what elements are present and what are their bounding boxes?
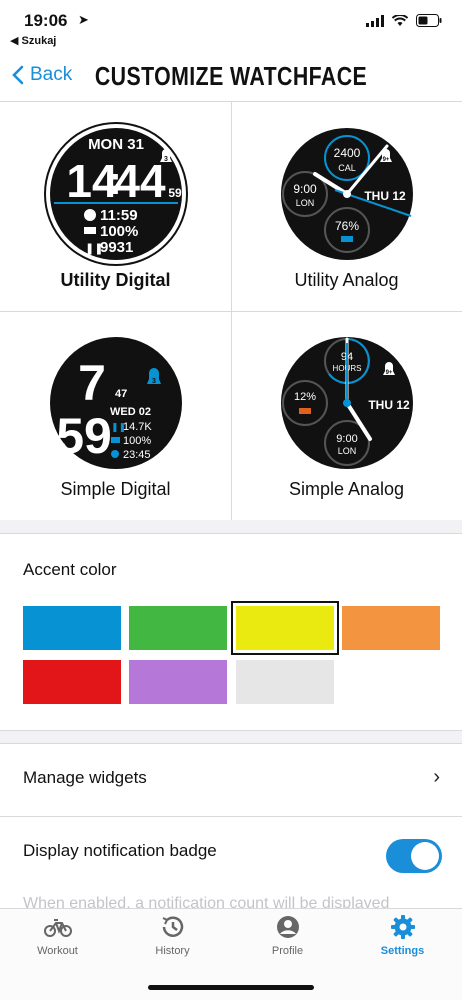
wf-date: THU 12 — [368, 398, 410, 412]
navigation-bar: Back CUSTOMIZE WATCHFACE — [0, 50, 462, 102]
wf-world-time: 9:00 — [293, 182, 317, 196]
wf-time-hours: 7 — [78, 355, 106, 411]
watchface-simple-analog[interactable]: 94 HOURS 12% 9:00 LON 9+ THU 12 Simple A… — [231, 311, 462, 520]
location-arrow-icon: ➤ — [78, 12, 89, 27]
accent-swatch-green[interactable] — [129, 606, 227, 650]
notification-badge-row: Display notification badge — [0, 817, 462, 889]
tab-profile[interactable]: Profile — [230, 915, 345, 957]
home-indicator[interactable] — [148, 985, 314, 990]
watchface-utility-analog[interactable]: 2400 CAL 9:00 LON 76% 9+ THU 12 Utility … — [231, 102, 462, 311]
watchface-preview: 94 HOURS 12% 9:00 LON 9+ THU 12 — [281, 337, 413, 469]
manage-widgets-label: Manage widgets — [23, 768, 147, 787]
wf-date: WED 02 — [110, 406, 151, 418]
accent-color-title: Accent color — [23, 560, 117, 579]
status-time: 19:06 — [24, 11, 68, 30]
accent-swatch-blue[interactable] — [23, 606, 121, 650]
wf-world-time: 11:59 — [100, 207, 138, 224]
wf-badge: 9+ — [386, 370, 393, 376]
watchface-utility-digital[interactable]: MON 31 14 : 44 59 3 11:59 100% ❚❚ 9931 U… — [0, 102, 231, 311]
tab-label: Profile — [271, 945, 304, 957]
watchface-preview: 2400 CAL 9:00 LON 76% 9+ THU 12 — [281, 128, 413, 260]
tab-label: Settings — [380, 945, 425, 957]
notification-badge-toggle[interactable] — [386, 839, 442, 873]
grid-divider-horizontal — [0, 311, 462, 312]
back-to-app-link[interactable]: ◀ Szukaj — [10, 34, 56, 47]
wf-world-time: 23:45 — [123, 449, 151, 461]
status-icons — [366, 14, 442, 27]
wf-battery: 76% — [335, 219, 359, 233]
tab-label: Workout — [37, 945, 78, 957]
tab-history[interactable]: History — [115, 915, 230, 957]
watchface-label: Utility Digital — [60, 270, 171, 290]
wf-time-minutes: 59 — [56, 408, 112, 464]
battery-icon — [111, 437, 120, 443]
tab-settings[interactable]: Settings — [345, 915, 460, 957]
page-title: CUSTOMIZE WATCHFACE — [94, 61, 368, 91]
notification-badge-label: Display notification badge — [23, 841, 217, 860]
accent-swatch-purple[interactable] — [129, 660, 227, 704]
tab-label: History — [155, 945, 190, 957]
wf-steps: 9931 — [100, 239, 133, 256]
toggle-knob — [411, 842, 439, 870]
wf-world-city: LON — [296, 198, 315, 208]
wf-world-city: LON — [338, 446, 357, 456]
wf-battery: 100% — [123, 435, 151, 447]
wf-date: MON 31 — [88, 136, 144, 153]
battery-icon — [416, 14, 442, 27]
manage-widgets-row[interactable]: Manage widgets › — [0, 744, 462, 817]
globe-icon — [111, 450, 119, 458]
status-bar: 19:06 ➤ ◀ Szukaj — [0, 0, 462, 50]
watchface-label: Utility Analog — [294, 270, 399, 290]
accent-swatch-red[interactable] — [23, 660, 121, 704]
history-icon — [162, 916, 183, 937]
wf-seconds: 47 — [115, 388, 127, 400]
wf-steps: 14.7K — [123, 421, 152, 433]
accent-swatch-yellow[interactable] — [231, 601, 339, 655]
watchface-label: Simple Digital — [60, 479, 171, 499]
wf-battery: 100% — [100, 223, 138, 240]
chevron-left-icon — [12, 65, 24, 85]
battery-icon — [341, 236, 353, 242]
watchface-label: Simple Analog — [288, 479, 405, 499]
watchface-preview: MON 31 14 : 44 59 3 11:59 100% ❚❚ 9931 — [44, 122, 188, 266]
wf-battery: 12% — [294, 391, 316, 403]
wf-seconds: 59 — [168, 186, 182, 200]
wf-world-time: 9:00 — [336, 433, 357, 445]
settings-rows: Manage widgets › Display notification ba… — [0, 743, 462, 913]
battery-icon — [84, 227, 96, 234]
cellular-signal-icon — [366, 14, 384, 27]
accent-color-section: Accent color — [0, 533, 462, 731]
profile-icon — [276, 916, 299, 938]
wf-badge: 3 — [152, 378, 156, 385]
battery-icon — [299, 408, 311, 414]
wf-time-minutes: 44 — [114, 155, 166, 207]
watchface-simple-digital[interactable]: 7 47 59 WED 02 ❚❚ 14.7K 100% 23:45 3 Sim… — [0, 311, 231, 520]
wf-badge: 9+ — [383, 157, 390, 163]
wf-date: THU 12 — [364, 189, 406, 203]
globe-icon — [84, 209, 96, 221]
wf-calories: 2400 — [334, 146, 361, 160]
wf-calories-unit: CAL — [338, 163, 356, 173]
wf-badge: 3 — [164, 156, 168, 163]
bicycle-icon — [43, 919, 72, 937]
wifi-icon — [392, 14, 408, 26]
gear-icon — [390, 915, 415, 939]
watchface-preview: 7 47 59 WED 02 ❚❚ 14.7K 100% 23:45 3 — [50, 337, 182, 469]
accent-swatch-orange[interactable] — [342, 606, 440, 650]
tab-workout[interactable]: Workout — [0, 915, 115, 957]
accent-swatch-gray[interactable] — [236, 660, 334, 704]
chevron-right-icon: › — [433, 766, 440, 788]
